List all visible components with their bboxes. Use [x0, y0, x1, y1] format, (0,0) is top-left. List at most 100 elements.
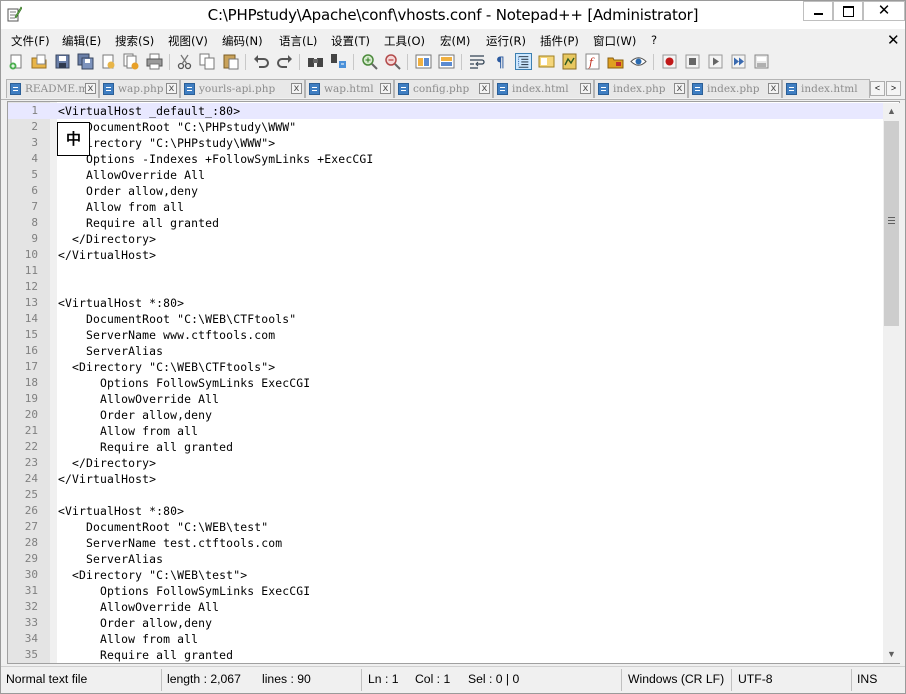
editor-line[interactable]: 25: [8, 487, 884, 503]
code-text[interactable]: Allow from all: [58, 631, 198, 647]
copy-icon[interactable]: [199, 53, 216, 70]
tab-readme[interactable]: README.md x: [6, 79, 99, 98]
editor-line[interactable]: 34 Allow from all: [8, 631, 884, 647]
tab-scroll-right-button[interactable]: >: [886, 81, 901, 96]
macro-run-multiple-icon[interactable]: [730, 53, 747, 70]
user-language-icon[interactable]: [538, 53, 555, 70]
editor-line[interactable]: 31 Options FollowSymLinks ExecCGI: [8, 583, 884, 599]
menu-plugins[interactable]: 插件(P): [540, 33, 579, 49]
tab-close-icon[interactable]: x: [380, 83, 391, 94]
code-text[interactable]: Options -Indexes +FollowSymLinks +ExecCG…: [58, 151, 373, 167]
editor-line[interactable]: 33 Order allow,deny: [8, 615, 884, 631]
menu-encoding[interactable]: 编码(N): [222, 33, 263, 49]
editor-line[interactable]: 32 AllowOverride All: [8, 599, 884, 615]
editor-line[interactable]: 24 </VirtualHost>: [8, 471, 884, 487]
print-icon[interactable]: [146, 53, 163, 70]
code-text[interactable]: Require all granted: [58, 215, 219, 231]
menu-edit[interactable]: 编辑(E): [62, 33, 101, 49]
save-all-icon[interactable]: [77, 53, 94, 70]
code-text[interactable]: Options FollowSymLinks ExecCGI: [58, 375, 310, 391]
sync-vertical-icon[interactable]: [415, 53, 432, 70]
document-map-icon[interactable]: [561, 53, 578, 70]
code-text[interactable]: DocumentRoot "C:\WEB\CTFtools": [58, 311, 296, 327]
tab-index-php-2[interactable]: index.php x: [688, 79, 782, 98]
close-all-icon[interactable]: [123, 53, 140, 70]
tab-close-icon[interactable]: x: [674, 83, 685, 94]
macro-record-icon[interactable]: [661, 53, 678, 70]
code-text[interactable]: <VirtualHost _default_:80>: [58, 103, 240, 119]
macro-save-icon[interactable]: [753, 53, 770, 70]
tab-wap-php[interactable]: wap.php x: [99, 79, 180, 98]
close-file-icon[interactable]: [100, 53, 117, 70]
editor-line[interactable]: 2 DocumentRoot "C:\PHPstudy\WWW": [8, 119, 884, 135]
tab-index-php[interactable]: index.php x: [594, 79, 688, 98]
editor-line[interactable]: 21 Allow from all: [8, 423, 884, 439]
macro-play-icon[interactable]: [707, 53, 724, 70]
paste-icon[interactable]: [222, 53, 239, 70]
tab-close-icon[interactable]: x: [291, 83, 302, 94]
editor-line[interactable]: 23 </Directory>: [8, 455, 884, 471]
editor-line[interactable]: 18 Options FollowSymLinks ExecCGI: [8, 375, 884, 391]
editor-line[interactable]: 12: [8, 279, 884, 295]
tab-yourls-api[interactable]: yourls-api.php x: [180, 79, 305, 98]
editor-line[interactable]: 1 <VirtualHost _default_:80>: [8, 103, 884, 119]
editor-line[interactable]: 17 <Directory "C:\WEB\CTFtools">: [8, 359, 884, 375]
tab-index-html-2[interactable]: index.html: [782, 79, 870, 98]
menu-view[interactable]: 视图(V): [168, 33, 208, 49]
find-icon[interactable]: [307, 53, 324, 70]
menu-tools[interactable]: 工具(O): [384, 33, 425, 49]
function-list-icon[interactable]: f: [584, 53, 601, 70]
code-text[interactable]: </VirtualHost>: [58, 471, 156, 487]
editor-line[interactable]: 10 </VirtualHost>: [8, 247, 884, 263]
code-text[interactable]: Require all granted: [58, 439, 233, 455]
code-text[interactable]: <Directory "C:\WEB\CTFtools">: [58, 359, 275, 375]
editor-line[interactable]: 20 Order allow,deny: [8, 407, 884, 423]
code-text[interactable]: Options FollowSymLinks ExecCGI: [58, 583, 310, 599]
tab-scroll-left-button[interactable]: <: [870, 81, 885, 96]
code-text[interactable]: Require all granted: [58, 647, 233, 663]
scroll-up-button[interactable]: ▲: [883, 103, 900, 120]
editor-line[interactable]: 26 <VirtualHost *:80>: [8, 503, 884, 519]
undo-icon[interactable]: [253, 53, 270, 70]
code-text[interactable]: DocumentRoot "C:\WEB\test": [58, 519, 268, 535]
tab-close-icon[interactable]: x: [166, 83, 177, 94]
code-text[interactable]: Allow from all: [58, 423, 198, 439]
tab-config-php[interactable]: config.php x: [394, 79, 493, 98]
zoom-in-icon[interactable]: [361, 53, 378, 70]
tab-close-icon[interactable]: x: [85, 83, 96, 94]
code-text[interactable]: DocumentRoot "C:\PHPstudy\WWW": [58, 119, 296, 135]
editor-line[interactable]: 22 Require all granted: [8, 439, 884, 455]
editor-line[interactable]: 16 ServerAlias: [8, 343, 884, 359]
menu-file[interactable]: 文件(F): [11, 33, 50, 49]
title-bar[interactable]: C:\PHPstudy\Apache\conf\vhosts.conf - No…: [1, 1, 905, 29]
menu-language[interactable]: 语言(L): [279, 33, 317, 49]
menu-macro[interactable]: 宏(M): [440, 33, 470, 49]
code-text[interactable]: </VirtualHost>: [58, 247, 156, 263]
close-window-button[interactable]: ✕: [863, 1, 905, 21]
show-all-chars-icon[interactable]: ¶: [492, 53, 509, 70]
zoom-out-icon[interactable]: [384, 53, 401, 70]
editor-line[interactable]: 19 AllowOverride All: [8, 391, 884, 407]
code-text[interactable]: <Directory "C:\WEB\test">: [58, 567, 247, 583]
menu-run[interactable]: 运行(R): [486, 33, 526, 49]
minimize-button[interactable]: [803, 1, 833, 21]
editor-line[interactable]: 13 <VirtualHost *:80>: [8, 295, 884, 311]
redo-icon[interactable]: [276, 53, 293, 70]
close-document-icon[interactable]: ✕: [887, 31, 900, 49]
editor-line[interactable]: 35 Require all granted: [8, 647, 884, 663]
code-text[interactable]: ServerName test.ctftools.com: [58, 535, 282, 551]
code-text[interactable]: Allow from all: [58, 199, 184, 215]
editor-line[interactable]: 7 Allow from all: [8, 199, 884, 215]
code-text[interactable]: <VirtualHost *:80>: [58, 295, 184, 311]
cut-icon[interactable]: [176, 53, 193, 70]
replace-icon[interactable]: [330, 53, 347, 70]
code-text[interactable]: </Directory>: [58, 455, 156, 471]
scrollbar-thumb[interactable]: [884, 121, 899, 326]
word-wrap-icon[interactable]: [469, 53, 486, 70]
new-file-icon[interactable]: [8, 53, 25, 70]
code-text[interactable]: ServerAlias: [58, 343, 163, 359]
menu-window[interactable]: 窗口(W): [593, 33, 636, 49]
code-text[interactable]: </Directory>: [58, 231, 156, 247]
code-text[interactable]: <VirtualHost *:80>: [58, 503, 184, 519]
editor-line[interactable]: 28 ServerName test.ctftools.com: [8, 535, 884, 551]
